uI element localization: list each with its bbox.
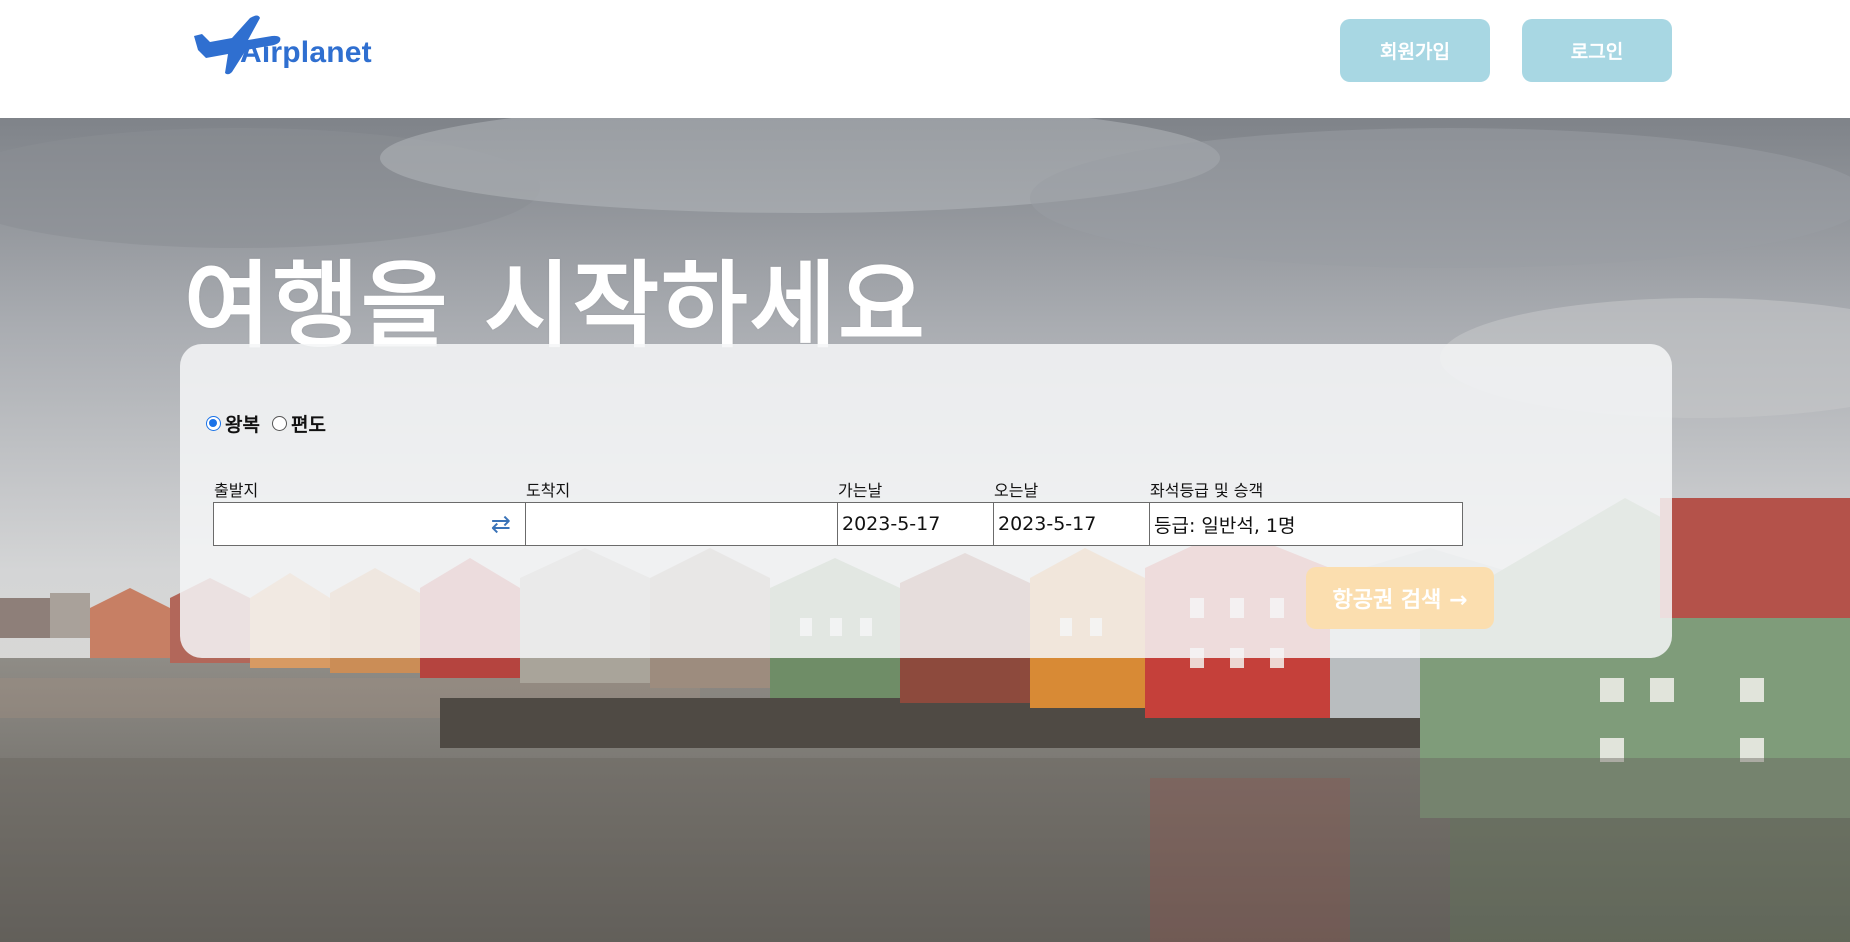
destination-field: 도착지 (525, 480, 838, 546)
seat-passenger-input[interactable]: 등급: 일반석, 1명 (1149, 502, 1463, 546)
logo[interactable]: Airplanet (188, 14, 372, 76)
origin-field: 출발지 ⇄ (213, 480, 526, 546)
seat-passenger-label: 좌석등급 및 승객 (1150, 481, 1264, 500)
seat-passenger-field: 좌석등급 및 승객 등급: 일반석, 1명 (1149, 480, 1463, 546)
signup-button[interactable]: 회원가입 (1340, 19, 1490, 82)
round-trip-radio[interactable] (206, 416, 221, 431)
return-date-input[interactable]: 2023-5-17 (993, 502, 1150, 546)
brand-name: Airplanet (240, 36, 372, 69)
return-date-field: 오는날 2023-5-17 (993, 480, 1150, 546)
flight-search-panel: 왕복 편도 출발지 ⇄ 도착지 가는날 2023-5-17 오는날 2023-5… (180, 344, 1672, 658)
swap-icon[interactable]: ⇄ (491, 512, 511, 536)
destination-input[interactable] (525, 502, 838, 546)
hero-section: 여행을 시작하세요 왕복 편도 출발지 ⇄ 도착지 가는날 2023-5-17 … (0, 118, 1850, 942)
round-trip-label[interactable]: 왕복 (225, 410, 260, 437)
site-header: Airplanet 회원가입 로그인 (0, 0, 1850, 118)
one-way-label[interactable]: 편도 (291, 410, 326, 437)
trip-type-selector: 왕복 편도 (206, 410, 338, 437)
depart-date-field: 가는날 2023-5-17 (837, 480, 994, 546)
destination-label: 도착지 (526, 481, 571, 500)
search-flights-button[interactable]: 항공권 검색 → (1306, 567, 1494, 629)
depart-date-input[interactable]: 2023-5-17 (837, 502, 994, 546)
return-date-label: 오는날 (994, 481, 1039, 500)
login-button[interactable]: 로그인 (1522, 19, 1672, 82)
origin-label: 출발지 (214, 481, 259, 500)
origin-input[interactable]: ⇄ (213, 502, 526, 546)
one-way-radio[interactable] (271, 416, 287, 431)
depart-date-label: 가는날 (838, 481, 883, 500)
